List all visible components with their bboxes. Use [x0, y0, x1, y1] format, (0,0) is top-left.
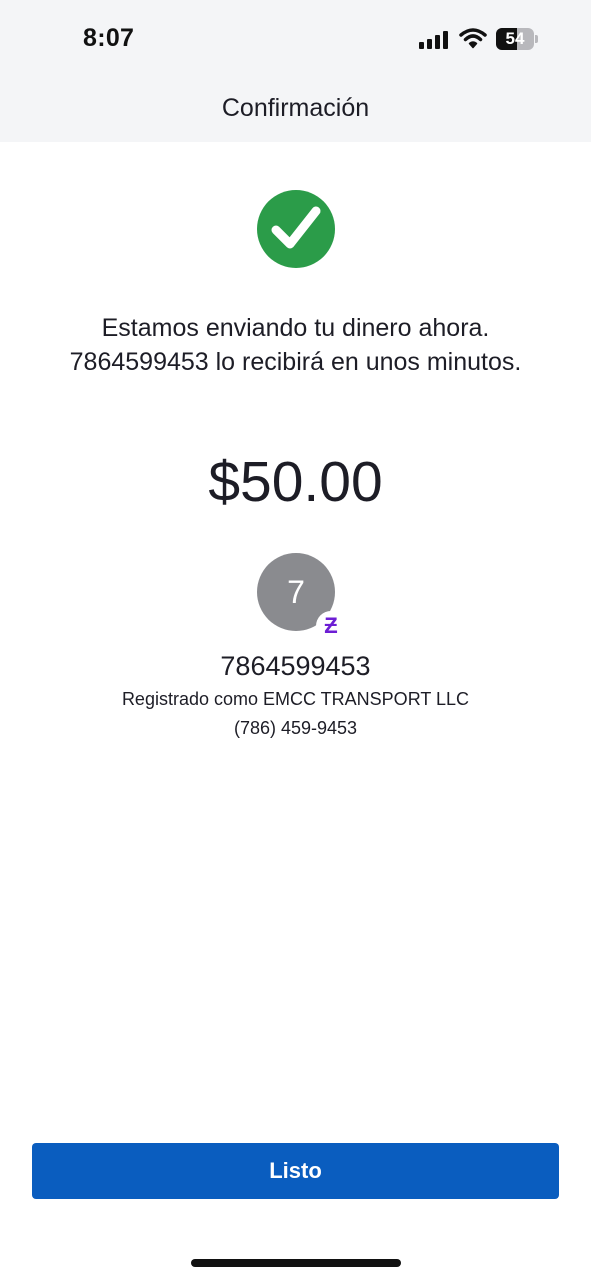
- battery-icon: 54: [496, 28, 538, 50]
- status-time: 8:07: [83, 24, 135, 52]
- zelle-glyph: Ƶ: [324, 613, 338, 638]
- check-circle-icon: [257, 190, 335, 268]
- recipient-phone-formatted: (786) 459-9453: [233, 718, 358, 738]
- recipient-identifier: 7864599453: [220, 651, 371, 681]
- confirmation-message: Estamos enviando tu dinero ahora. 786459…: [69, 314, 522, 376]
- status-bar: 8:07 54: [0, 0, 591, 80]
- done-button[interactable]: Listo: [32, 1143, 559, 1199]
- wifi-icon: [459, 27, 487, 49]
- page-title: Confirmación: [221, 94, 370, 122]
- recipient-registered-name: Registrado como EMCC TRANSPORT LLC: [121, 689, 470, 709]
- battery-level: 54: [505, 29, 525, 48]
- navigation-bar: Confirmación: [0, 80, 591, 142]
- cellular-signal-icon: [419, 31, 451, 49]
- amount-sent: $50.00: [208, 450, 383, 514]
- home-indicator[interactable]: [191, 1259, 401, 1267]
- zelle-icon: Ƶ: [316, 611, 346, 641]
